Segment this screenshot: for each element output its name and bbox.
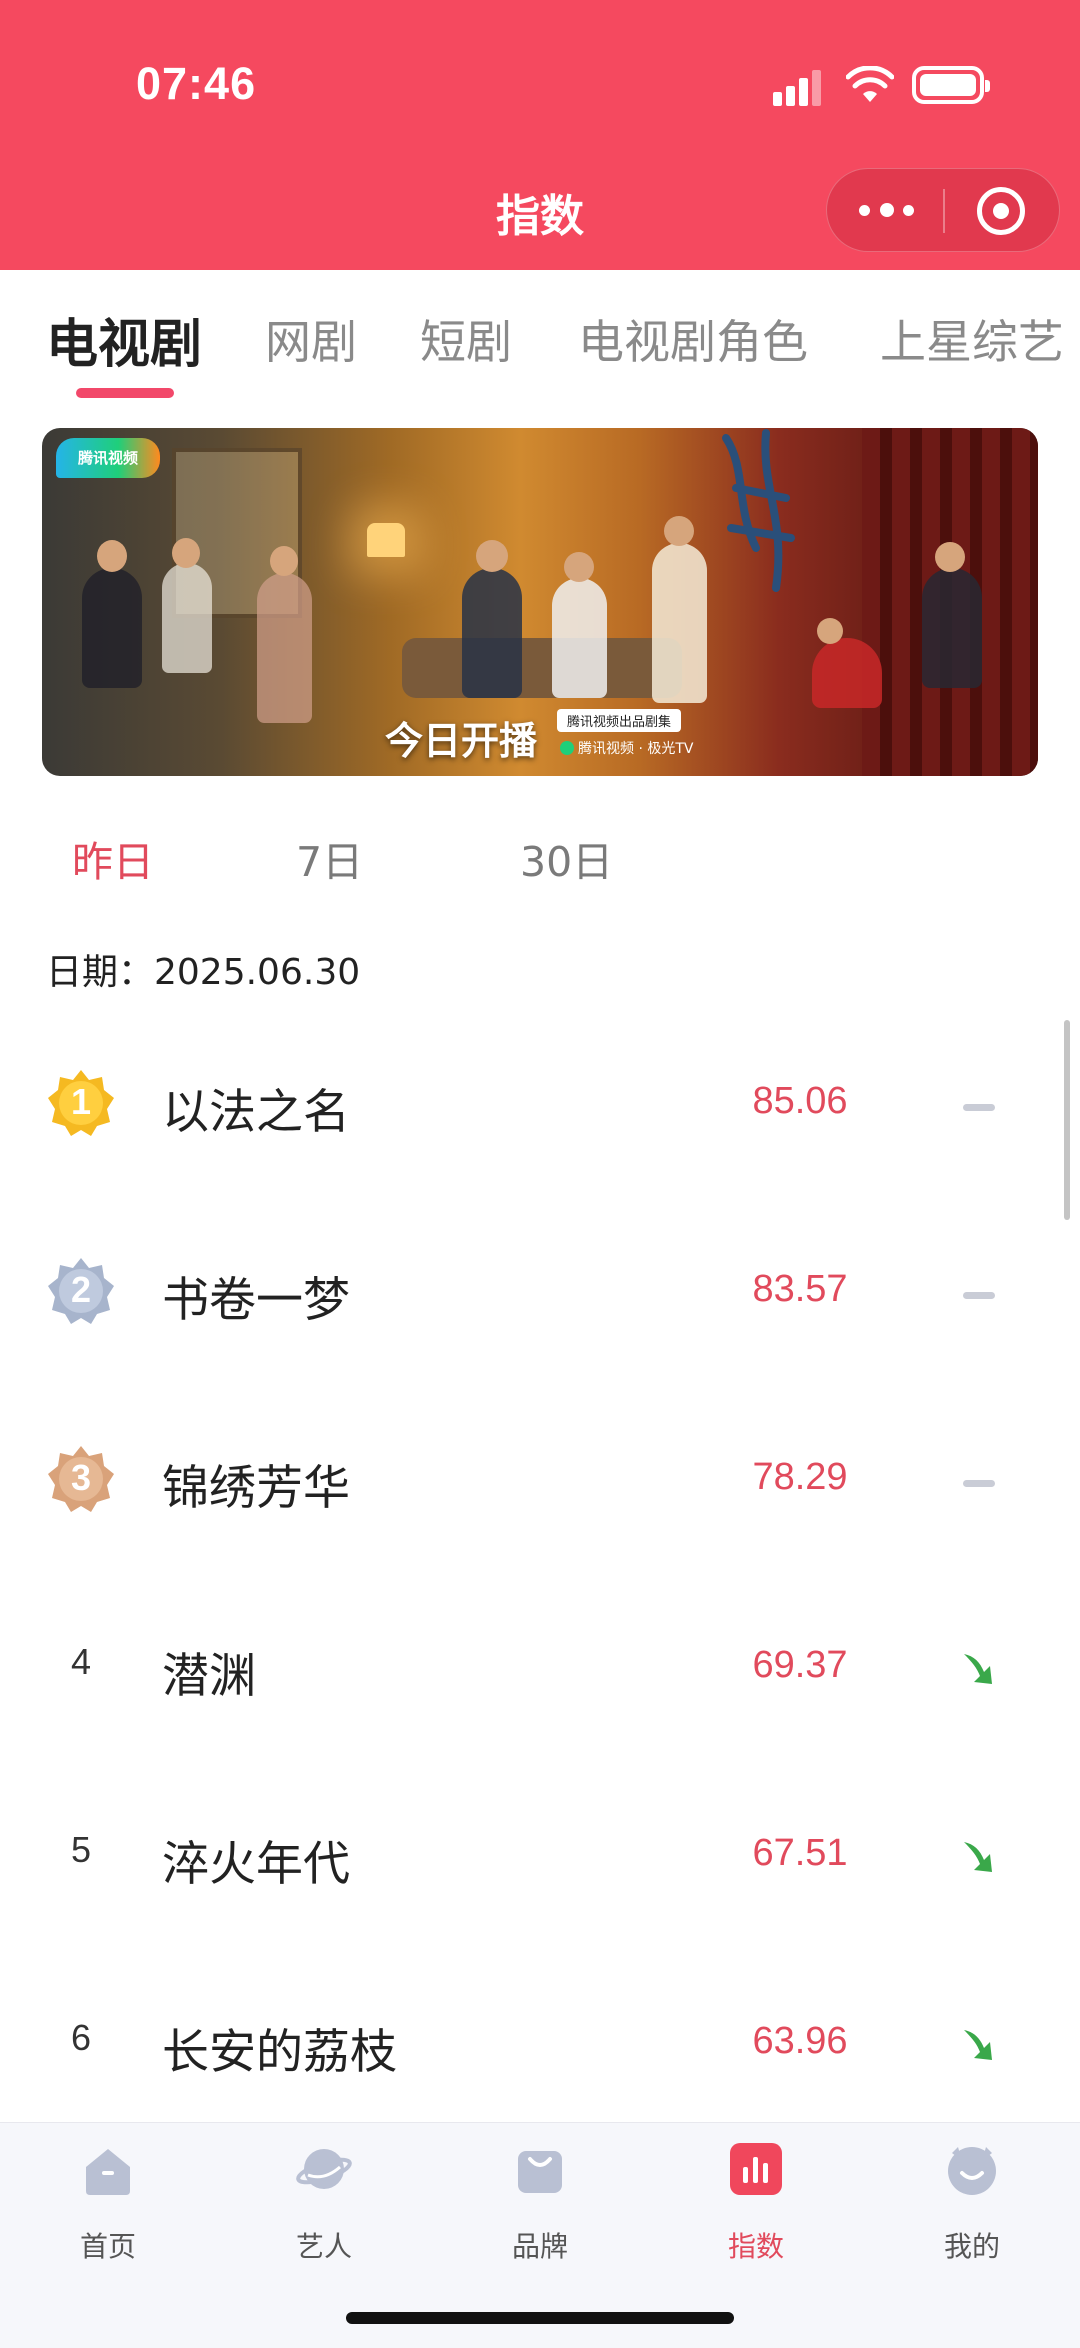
- drama-title: 以法之名: [162, 1085, 350, 1140]
- header-bar: 07:46 指数: [0, 0, 1080, 270]
- promo-banner[interactable]: 腾讯视频 今日开播 腾讯视频出品剧集 腾讯视频 · 极光TV: [42, 428, 1038, 776]
- title-calligraphy-art: [722, 429, 795, 592]
- banner-figure: [257, 573, 312, 723]
- banner-tag: 腾讯视频出品剧集: [557, 709, 682, 732]
- banner-figure: [935, 542, 965, 572]
- mini-program-capsule: [826, 168, 1060, 252]
- banner-headline: 今日开播: [385, 719, 538, 763]
- banner-figure: [552, 578, 607, 698]
- period-7-days[interactable]: 7日: [296, 828, 363, 888]
- silver-medal-icon: 2: [46, 1256, 116, 1326]
- drama-title: 潜渊: [162, 1649, 256, 1704]
- banner-figure: [97, 540, 127, 572]
- scrollbar[interactable]: [1064, 1020, 1070, 1220]
- date-label: 日期：2025.06.30: [46, 952, 361, 993]
- list-item[interactable]: 3 锦绣芳华 78.29: [0, 1386, 1080, 1574]
- tabbar-label: 我的: [943, 2230, 1000, 2263]
- tabbar-label: 品牌: [511, 2230, 568, 2263]
- banner-figure: [162, 563, 212, 673]
- trend-down-icon: [964, 1842, 992, 1872]
- trend-flat-icon: [963, 1480, 995, 1487]
- category-tabs: 电视剧 网剧 短剧 电视剧角色 上星综艺: [0, 270, 1080, 400]
- banner-sub-text: 腾讯视频 · 极光TV: [578, 741, 694, 757]
- banner-figure: [922, 568, 982, 688]
- index-score: 83.57: [752, 1268, 848, 1310]
- list-item[interactable]: 2 书卷一梦 83.57: [0, 1198, 1080, 1386]
- banner-figure: [82, 568, 142, 688]
- banner-figure: [172, 538, 200, 568]
- rank-number: 5: [70, 1829, 92, 1870]
- trend-flat-icon: [963, 1104, 995, 1111]
- cellular-signal-icon: [773, 70, 825, 106]
- close-mini-program-icon[interactable]: [977, 187, 1025, 235]
- tabbar-index[interactable]: 指数: [686, 2141, 826, 2271]
- banner-lamp-art: [367, 523, 405, 557]
- planet-icon: [296, 2149, 352, 2189]
- home-indicator[interactable]: [346, 2312, 734, 2324]
- banner-figure: [652, 543, 707, 703]
- index-score: 63.96: [752, 2020, 848, 2062]
- banner-figure: [817, 618, 843, 644]
- tencent-video-logo: 腾讯视频: [56, 438, 160, 478]
- rank-number: 2: [70, 1269, 92, 1310]
- trend-flat-icon: [963, 1292, 995, 1299]
- home-icon: [86, 2149, 130, 2195]
- banner-figure: [564, 552, 594, 582]
- trend-down-icon: [964, 2030, 992, 2060]
- list-item[interactable]: 6 长安的荔枝 63.96: [0, 1950, 1080, 2138]
- banner-figure: [270, 546, 298, 576]
- tabbar-label: 指数: [727, 2230, 784, 2263]
- drama-title: 淬火年代: [162, 1837, 350, 1892]
- profile-icon: [948, 2147, 996, 2195]
- tabbar-brands[interactable]: 品牌: [470, 2141, 610, 2271]
- tab-web-series[interactable]: 网剧: [265, 306, 357, 372]
- index-score: 85.06: [752, 1080, 848, 1122]
- period-yesterday[interactable]: 昨日: [72, 828, 154, 888]
- banner-sofa-art: [402, 638, 682, 698]
- trend-down-icon: [964, 1654, 992, 1684]
- tab-satellite-variety[interactable]: 上星综艺: [880, 306, 1064, 372]
- active-tab-indicator: [76, 388, 174, 398]
- wifi-icon: [846, 66, 894, 102]
- play-icon: [560, 741, 574, 755]
- more-menu-icon[interactable]: [857, 199, 917, 223]
- banner-figure: [812, 638, 882, 708]
- tabbar-profile[interactable]: 我的: [902, 2141, 1042, 2271]
- bag-icon: [518, 2151, 562, 2193]
- tabbar-label: 艺人: [295, 2230, 352, 2263]
- banner-sub: 腾讯视频 · 极光TV: [560, 738, 693, 758]
- index-score: 69.37: [752, 1644, 848, 1686]
- gold-medal-icon: 1: [46, 1068, 116, 1138]
- status-time: 07:46: [136, 58, 257, 109]
- capsule-divider: [943, 189, 945, 233]
- tabbar-artists[interactable]: 艺人: [254, 2141, 394, 2271]
- rank-number: 6: [70, 2017, 92, 2058]
- tab-tv-series[interactable]: 电视剧: [46, 302, 202, 377]
- rank-number: 4: [70, 1641, 92, 1682]
- list-item[interactable]: 1 以法之名 85.06: [0, 1010, 1080, 1198]
- tabbar-label: 首页: [79, 2230, 136, 2263]
- list-item[interactable]: 4 潜渊 69.37: [0, 1574, 1080, 1762]
- drama-title: 长安的荔枝: [162, 2025, 397, 2080]
- rank-number: 1: [70, 1081, 92, 1122]
- chart-icon: [730, 2143, 782, 2195]
- banner-figure: [476, 540, 508, 572]
- list-item[interactable]: 5 淬火年代 67.51: [0, 1762, 1080, 1950]
- banner-figure: [462, 568, 522, 698]
- index-score: 78.29: [752, 1456, 848, 1498]
- drama-title: 书卷一梦: [162, 1273, 350, 1328]
- drama-title: 锦绣芳华: [162, 1461, 350, 1516]
- tab-short-drama[interactable]: 短剧: [420, 306, 512, 372]
- bronze-medal-icon: 3: [46, 1444, 116, 1514]
- battery-icon: [912, 66, 990, 104]
- tab-tv-roles[interactable]: 电视剧角色: [578, 306, 808, 372]
- rank-number: 3: [70, 1457, 92, 1498]
- tabbar-home[interactable]: 首页: [38, 2141, 178, 2271]
- banner-figure: [664, 516, 694, 546]
- period-30-days[interactable]: 30日: [520, 828, 613, 888]
- index-score: 67.51: [752, 1832, 848, 1874]
